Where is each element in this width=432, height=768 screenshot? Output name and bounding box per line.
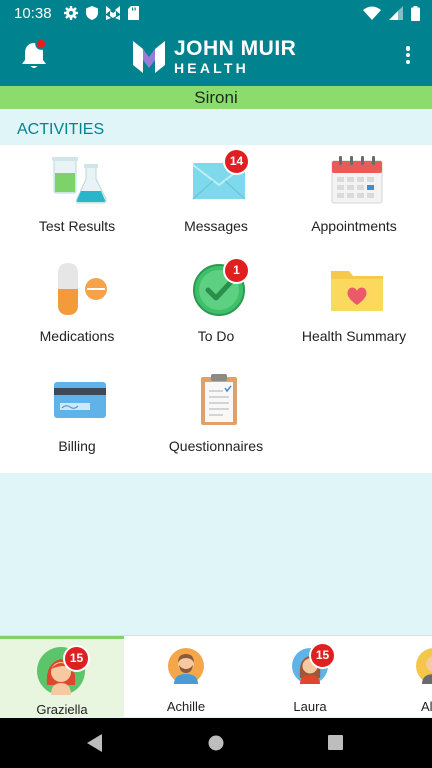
app-bar: JOHN MUIR HEALTH xyxy=(0,26,432,86)
shield-icon xyxy=(85,6,98,20)
credit-card-icon xyxy=(54,382,106,418)
cell-signal-icon xyxy=(389,6,403,20)
activity-label: Messages xyxy=(184,218,248,234)
folder-heart-icon xyxy=(331,271,383,311)
activity-health-summary[interactable]: Health Summary xyxy=(282,255,426,364)
notification-bell-icon[interactable] xyxy=(18,38,50,72)
activity-questionnaires[interactable]: Questionnaires xyxy=(144,365,288,474)
activity-test-results[interactable]: Test Results xyxy=(5,145,149,254)
activity-label: Appointments xyxy=(311,218,397,234)
profile-name: Graziella xyxy=(36,702,88,717)
logo-subtitle: HEALTH xyxy=(174,60,249,76)
activity-medications[interactable]: Medications xyxy=(5,255,149,364)
profile-tab-albe[interactable]: Albe xyxy=(372,636,432,717)
profile-tab-achille[interactable]: Achille xyxy=(124,636,248,717)
logo-mark-icon xyxy=(133,40,165,73)
status-time: 10:38 xyxy=(14,4,52,22)
activity-label: Test Results xyxy=(38,218,116,234)
john-muir-logo: JOHN MUIR HEALTH xyxy=(132,38,296,75)
back-icon[interactable] xyxy=(87,734,103,752)
wifi-icon xyxy=(363,6,381,20)
sd-card-icon xyxy=(127,6,139,20)
to-do-badge: 1 xyxy=(223,257,250,284)
logo-title: JOHN MUIR xyxy=(174,37,297,60)
app-logo-small-icon xyxy=(105,6,120,20)
gear-icon xyxy=(63,6,78,20)
activity-label: To Do xyxy=(197,328,235,344)
activity-label: Health Summary xyxy=(301,328,407,344)
system-nav-bar xyxy=(0,718,432,768)
activity-to-do[interactable]: 1 To Do xyxy=(144,255,288,364)
activity-label: Billing xyxy=(58,438,96,454)
activity-label: Medications xyxy=(39,328,115,344)
calendar-icon xyxy=(331,156,383,204)
pills-icon xyxy=(58,263,107,315)
profile-badge: 15 xyxy=(63,645,90,672)
profile-tabs: 15 Graziella Achille 15 Laura Albe xyxy=(0,635,432,717)
profile-name: Laura xyxy=(293,699,327,714)
overflow-menu-icon[interactable] xyxy=(398,42,418,68)
section-title: ACTIVITIES xyxy=(0,109,432,145)
status-bar: 10:38 xyxy=(0,0,432,26)
activities-grid: Test Results 14 Messages Appointments Me… xyxy=(0,145,432,473)
activity-label: Questionnaires xyxy=(168,438,264,454)
profile-name: Albe xyxy=(420,699,432,714)
test-tubes-icon xyxy=(52,157,107,204)
home-icon[interactable] xyxy=(208,735,224,751)
activity-messages[interactable]: 14 Messages xyxy=(144,145,288,254)
activity-appointments[interactable]: Appointments xyxy=(282,145,426,254)
profile-tab-graziella[interactable]: 15 Graziella xyxy=(0,636,124,717)
clipboard-icon xyxy=(201,374,237,425)
patient-name-bar: Sironi xyxy=(0,86,432,109)
profile-name: Achille xyxy=(166,699,206,714)
profile-badge: 15 xyxy=(309,642,336,669)
battery-icon xyxy=(411,5,420,21)
recents-icon[interactable] xyxy=(328,735,343,750)
activity-billing[interactable]: Billing xyxy=(5,365,149,474)
avatar-partial-icon xyxy=(416,648,432,684)
messages-badge: 14 xyxy=(223,148,250,175)
profile-tab-laura[interactable]: 15 Laura xyxy=(248,636,372,717)
avatar-male-bearded-icon xyxy=(168,648,204,684)
